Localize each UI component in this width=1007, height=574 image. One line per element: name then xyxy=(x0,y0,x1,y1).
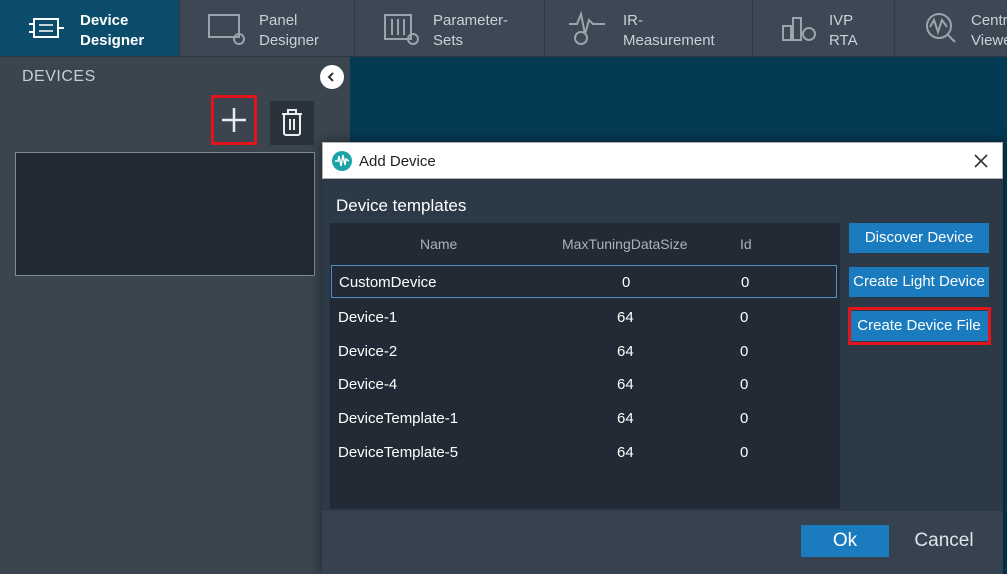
table-row[interactable]: Device-1 64 0 xyxy=(331,301,837,334)
cell-name: Device-1 xyxy=(338,309,398,326)
parameter-sets-icon xyxy=(384,14,419,45)
dialog-title: Add Device xyxy=(359,153,436,170)
table-row[interactable]: CustomDevice 0 0 xyxy=(331,265,837,298)
add-device-dialog: Add Device Device templates Name MaxTuni… xyxy=(322,142,1003,574)
app-icon xyxy=(332,151,352,171)
table-row[interactable]: DeviceTemplate-1 64 0 xyxy=(331,402,837,435)
tab-central-viewer[interactable]: CentrViewe xyxy=(895,0,1007,56)
cell-id: 0 xyxy=(740,376,749,393)
collapse-panel-button[interactable] xyxy=(320,65,344,89)
plus-icon xyxy=(222,108,246,132)
cell-size: 64 xyxy=(617,444,634,461)
table-row[interactable]: DeviceTemplate-5 64 0 xyxy=(331,436,837,469)
tab-label: IR- Measurement xyxy=(623,12,715,49)
tab-label: Device Designer xyxy=(80,12,145,49)
cell-name: CustomDevice xyxy=(339,274,437,291)
cell-name: DeviceTemplate-1 xyxy=(338,410,459,427)
cell-name: Device-4 xyxy=(338,376,398,393)
cell-size: 64 xyxy=(617,410,634,427)
dialog-titlebar: Add Device xyxy=(322,142,1003,179)
table-header: Name MaxTuningDataSize Id xyxy=(330,223,840,263)
device-templates-table: Name MaxTuningDataSize Id CustomDevice 0… xyxy=(330,223,840,509)
add-device-button[interactable] xyxy=(211,95,257,145)
close-icon[interactable] xyxy=(972,152,990,170)
cell-name: Device-2 xyxy=(338,343,398,360)
main-tab-bar: Device Designer Panel Designer Parameter- S… xyxy=(0,0,1007,57)
delete-device-button[interactable] xyxy=(270,101,314,145)
cell-size: 0 xyxy=(622,274,631,291)
devices-panel: DEVICES xyxy=(0,57,350,574)
trash-icon xyxy=(282,109,302,136)
section-title: Device templates xyxy=(336,196,467,215)
tab-label: Parameter- Sets xyxy=(433,12,509,49)
tab-panel-designer[interactable]: Panel Designer xyxy=(180,0,355,56)
cell-id: 0 xyxy=(740,444,749,461)
table-row[interactable]: Device-4 64 0 xyxy=(331,368,837,401)
ok-button[interactable]: Ok xyxy=(801,525,889,557)
cell-id: 0 xyxy=(741,274,750,291)
cell-id: 0 xyxy=(740,410,749,427)
tab-parameter-sets[interactable]: Parameter- Sets xyxy=(355,0,545,56)
devices-title: DEVICES xyxy=(22,68,96,85)
cancel-button[interactable]: Cancel xyxy=(900,525,988,557)
column-header-maxtuningdatasize[interactable]: MaxTuningDataSize xyxy=(562,236,688,252)
ir-measurement-icon xyxy=(569,10,605,45)
cell-size: 64 xyxy=(617,309,634,326)
cell-name: DeviceTemplate-5 xyxy=(338,444,459,461)
panel-designer-icon xyxy=(208,14,245,45)
highlight-box xyxy=(848,307,991,345)
column-header-id[interactable]: Id xyxy=(740,236,752,252)
tab-label: IVP RTA xyxy=(829,12,858,49)
central-viewer-icon xyxy=(926,13,956,43)
cell-size: 64 xyxy=(617,343,634,360)
cell-id: 0 xyxy=(740,309,749,326)
create-light-device-button[interactable]: Create Light Device xyxy=(849,267,989,297)
devices-list[interactable] xyxy=(15,152,315,276)
column-header-name[interactable]: Name xyxy=(420,236,457,252)
tab-label: CentrViewe xyxy=(971,12,1007,49)
tab-ir-measurement[interactable]: IR- Measurement xyxy=(545,0,753,56)
chevron-left-icon xyxy=(327,72,334,82)
tab-label: Panel Designer xyxy=(259,12,320,49)
tab-ivp-rta[interactable]: IVP RTA xyxy=(753,0,895,56)
table-row[interactable]: Device-2 64 0 xyxy=(331,335,837,368)
discover-device-button[interactable]: Discover Device xyxy=(849,223,989,253)
tab-device-designer[interactable]: Device Designer xyxy=(0,0,180,56)
ivp-rta-icon xyxy=(782,17,816,41)
dialog-footer: Ok Cancel xyxy=(322,511,1003,574)
cell-size: 64 xyxy=(617,376,634,393)
cell-id: 0 xyxy=(740,343,749,360)
dialog-body: Device templates Name MaxTuningDataSize … xyxy=(322,179,1003,511)
device-designer-icon xyxy=(29,18,64,38)
